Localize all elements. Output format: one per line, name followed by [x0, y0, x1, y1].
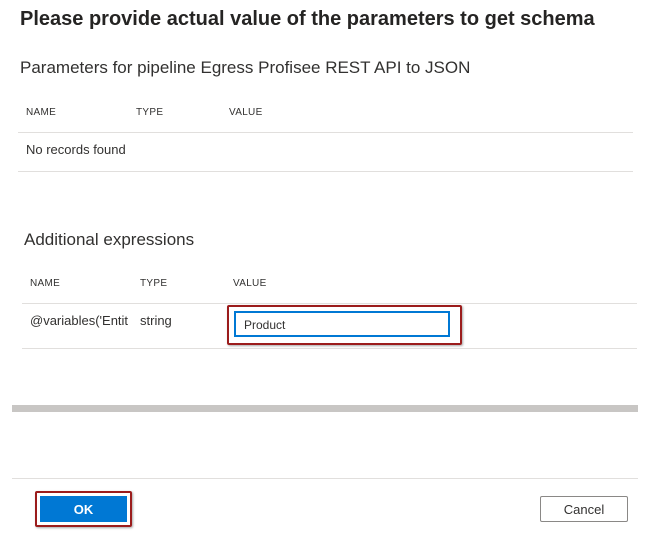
parameters-column-value: VALUE — [229, 107, 263, 118]
footer-divider — [12, 478, 638, 479]
parameters-header-divider — [18, 132, 633, 133]
cancel-button[interactable]: Cancel — [540, 496, 628, 522]
expressions-column-value: VALUE — [233, 278, 267, 289]
expressions-header-divider — [22, 303, 637, 304]
expressions-bottom-divider — [22, 348, 637, 349]
expressions-section-title: Additional expressions — [24, 230, 195, 249]
expression-value-input[interactable] — [234, 311, 450, 337]
ok-button[interactable]: OK — [40, 496, 127, 522]
expression-name-cell: @variables('Entit — [30, 313, 129, 328]
parameters-empty-message: No records found — [26, 142, 126, 157]
expressions-column-type: TYPE — [140, 278, 168, 289]
horizontal-scrollbar[interactable] — [12, 405, 638, 412]
parameters-section-title: Parameters for pipeline Egress Profisee … — [20, 58, 471, 77]
expression-type-cell: string — [140, 313, 172, 328]
parameters-column-name: NAME — [26, 107, 57, 118]
parameters-column-type: TYPE — [136, 107, 164, 118]
dialog-title: Please provide actual value of the param… — [20, 8, 595, 30]
parameters-bottom-divider — [18, 171, 633, 172]
expressions-column-name: NAME — [30, 278, 61, 289]
